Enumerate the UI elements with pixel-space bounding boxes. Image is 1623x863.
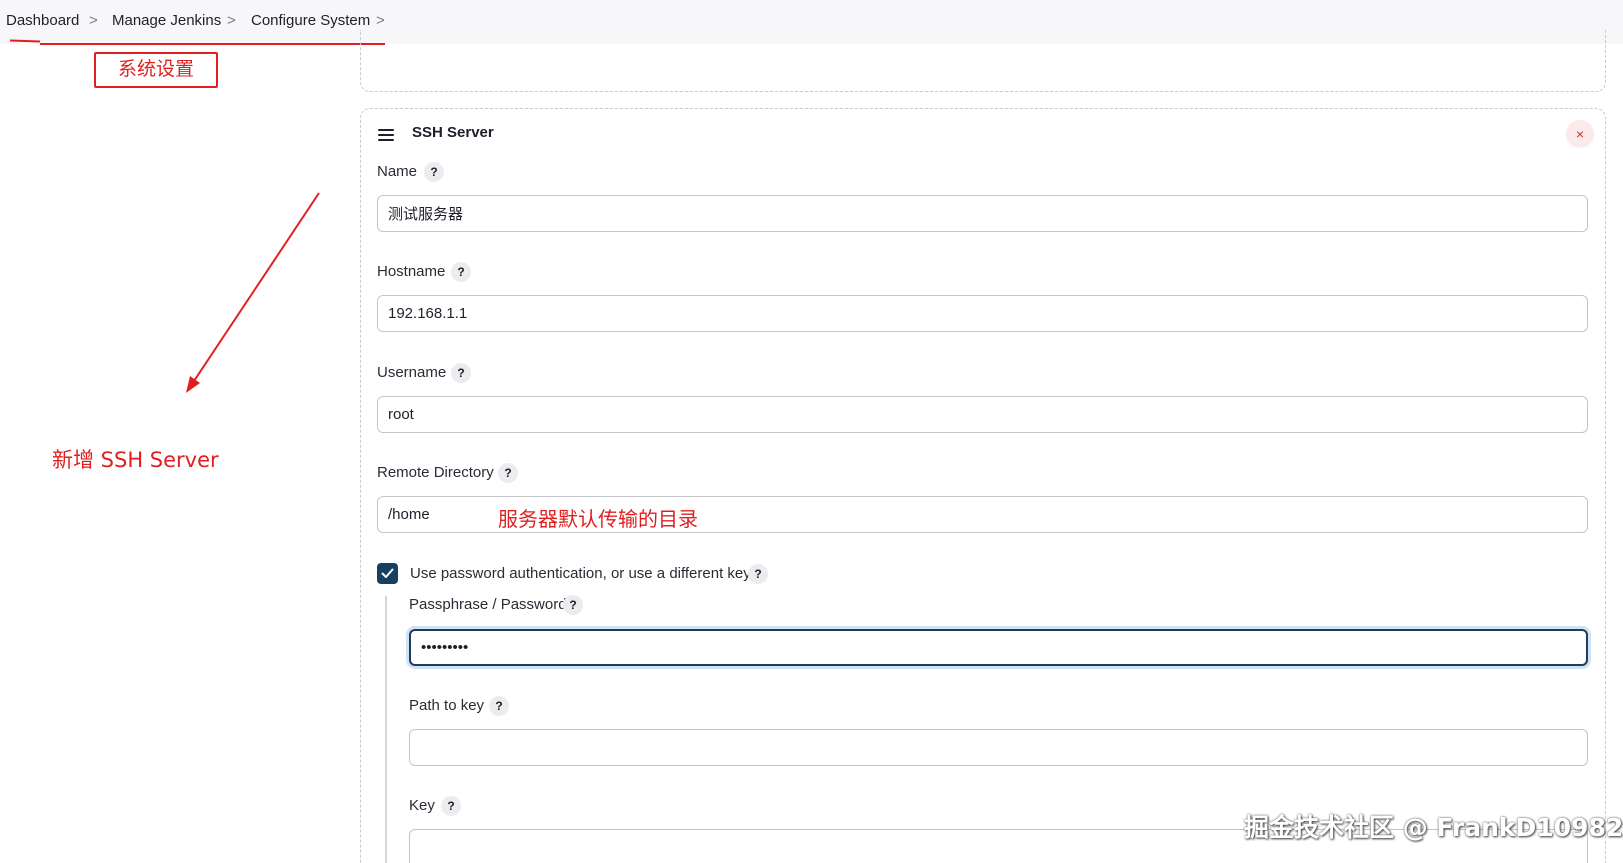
annotation-remote-directory-note: 服务器默认传输的目录 xyxy=(498,507,698,531)
passphrase-help-icon[interactable]: ? xyxy=(563,595,583,615)
close-icon[interactable]: × xyxy=(1566,120,1594,148)
previous-section xyxy=(360,30,1606,92)
use-password-checkbox[interactable] xyxy=(377,563,398,584)
nested-indent-bar xyxy=(385,596,387,863)
remote-directory-help-icon[interactable]: ? xyxy=(498,463,518,483)
username-help-icon[interactable]: ? xyxy=(451,363,471,383)
name-label: Name xyxy=(377,163,418,180)
username-input[interactable] xyxy=(377,396,1588,433)
watermark: 掘金技术社区 @ FrankD109829 xyxy=(1244,813,1623,842)
use-password-label[interactable]: Use password authentication, or use a di… xyxy=(410,565,751,582)
use-password-help-icon[interactable]: ? xyxy=(748,564,768,584)
path-to-key-label: Path to key xyxy=(409,697,485,714)
drag-handle-icon[interactable] xyxy=(378,129,394,141)
hostname-input[interactable] xyxy=(377,295,1588,332)
section-title: SSH Server xyxy=(412,124,494,141)
remote-directory-label: Remote Directory xyxy=(377,464,494,481)
name-help-icon[interactable]: ? xyxy=(424,162,444,182)
checkmark-icon xyxy=(381,568,394,578)
name-input[interactable] xyxy=(377,195,1588,232)
hostname-label: Hostname xyxy=(377,263,446,280)
username-label: Username xyxy=(377,364,447,381)
passphrase-input[interactable] xyxy=(409,629,1588,666)
path-to-key-input[interactable] xyxy=(409,729,1588,766)
hostname-help-icon[interactable]: ? xyxy=(451,262,471,282)
key-label: Key xyxy=(409,797,435,814)
key-help-icon[interactable]: ? xyxy=(441,796,461,816)
path-to-key-help-icon[interactable]: ? xyxy=(489,696,509,716)
annotation-add-ssh-server: 新增 SSH Server xyxy=(52,448,219,472)
passphrase-label: Passphrase / Password xyxy=(409,596,567,613)
